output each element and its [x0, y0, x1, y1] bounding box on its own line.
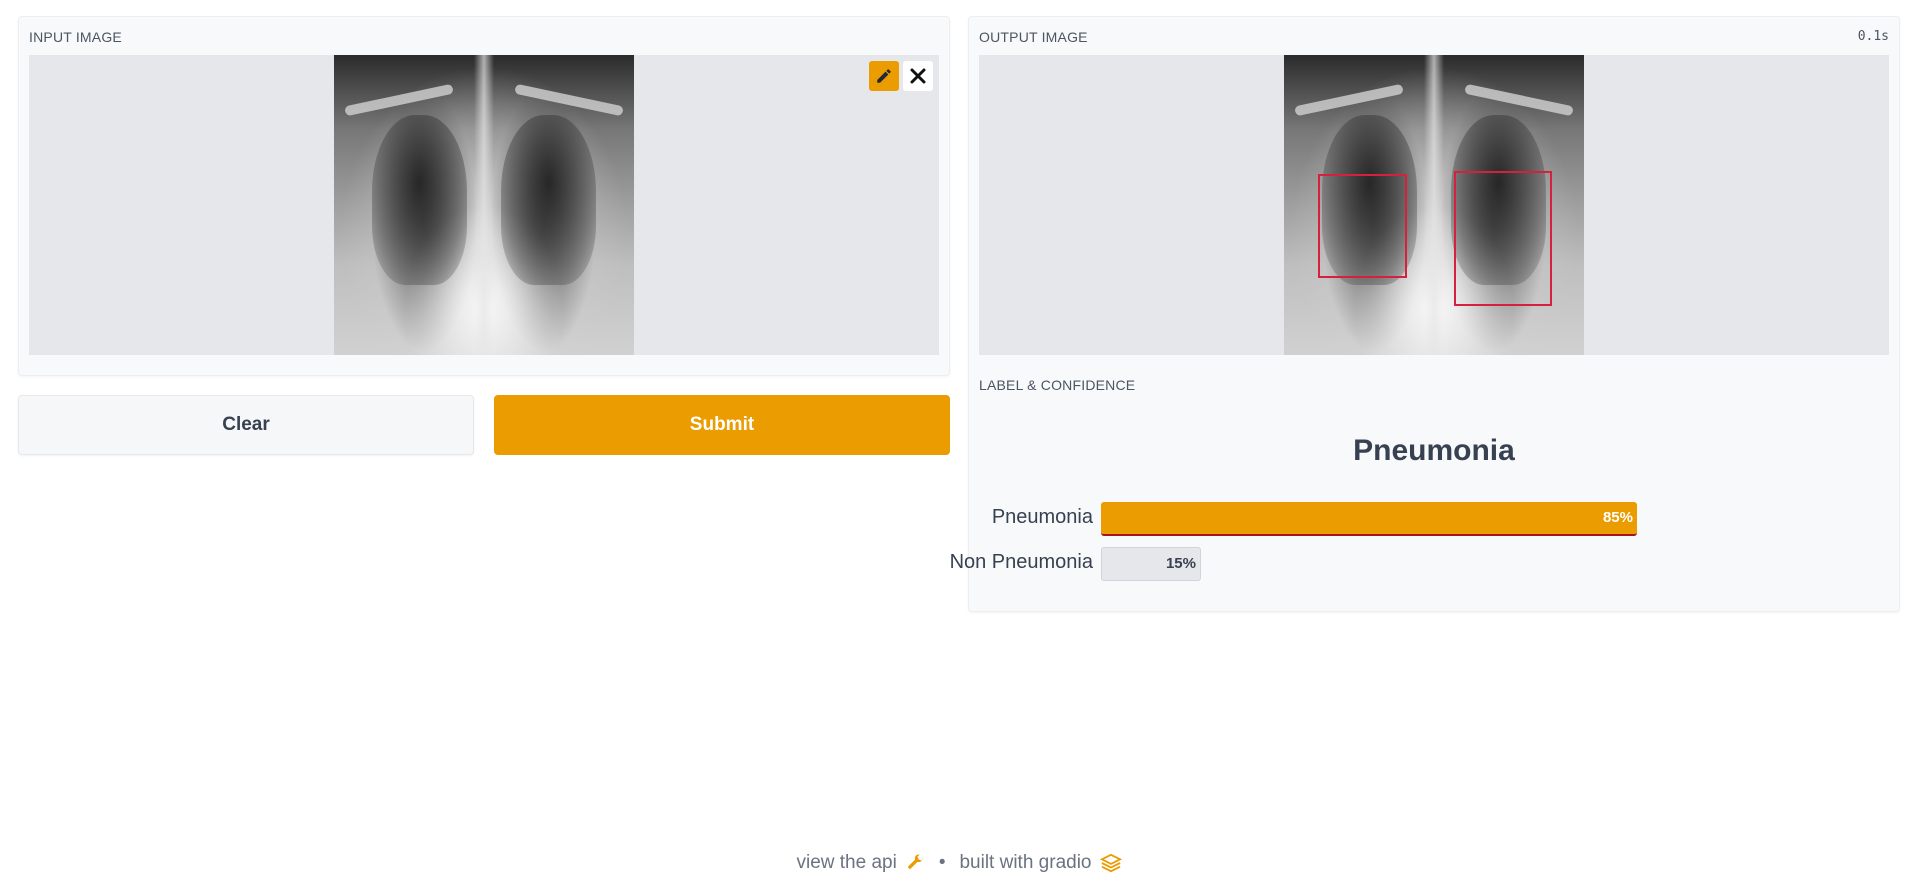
- edit-image-button[interactable]: [869, 61, 899, 91]
- input-image-panel: INPUT IMAGE: [18, 16, 950, 376]
- wrench-icon: [907, 854, 924, 869]
- submit-button[interactable]: Submit: [494, 395, 950, 455]
- pencil-icon: [877, 69, 891, 83]
- confidence-bar: 85%: [1101, 502, 1637, 536]
- input-image-label: INPUT IMAGE: [29, 29, 122, 45]
- remove-image-button[interactable]: [903, 61, 933, 91]
- confidence-bar: 15%: [1101, 547, 1201, 581]
- gradio-logo-icon: [1099, 853, 1122, 873]
- output-xray-image: [1284, 55, 1584, 355]
- view-api-link[interactable]: view the api: [796, 852, 896, 874]
- output-image-area: [979, 55, 1889, 355]
- confidence-label: Pneumonia: [991, 506, 1093, 528]
- footer: view the api • built with gradio: [0, 852, 1918, 874]
- confidence-row[interactable]: Non Pneumonia 15%: [950, 547, 1899, 583]
- close-icon: [910, 68, 926, 84]
- clear-button[interactable]: Clear: [18, 395, 474, 455]
- footer-separator: •: [938, 852, 946, 873]
- input-xray-image: [334, 55, 634, 355]
- confidence-row[interactable]: Pneumonia 85%: [969, 502, 1899, 538]
- input-image-dropzone[interactable]: [29, 55, 939, 355]
- built-with-gradio-link[interactable]: built with gradio: [959, 852, 1091, 874]
- label-confidence-title: LABEL & CONFIDENCE: [979, 377, 1136, 393]
- output-panel: OUTPUT IMAGE 0.1s LABEL & CONFIDENCE Pne…: [950, 16, 1900, 612]
- output-image-label: OUTPUT IMAGE: [979, 29, 1088, 45]
- elapsed-time: 0.1s: [1857, 29, 1889, 44]
- confidence-label: Non Pneumonia: [949, 551, 1093, 573]
- predicted-label: Pneumonia: [1353, 434, 1515, 467]
- detection-box-right: [1454, 171, 1552, 306]
- detection-box-left: [1318, 174, 1407, 278]
